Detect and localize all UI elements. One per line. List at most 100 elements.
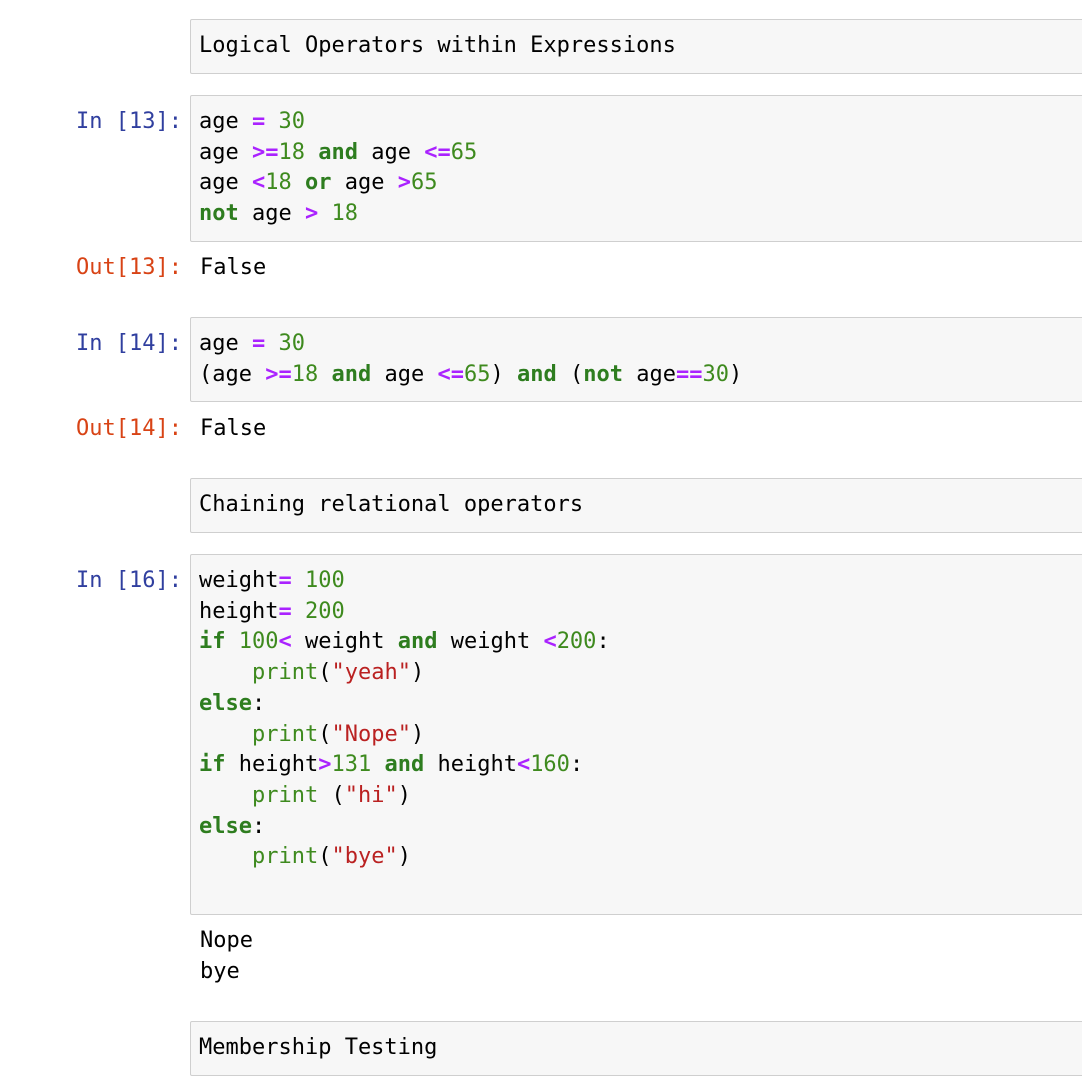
code-number: 100 bbox=[238, 629, 279, 655]
input-prompt: In [13]: bbox=[76, 109, 182, 134]
code-text: age bbox=[238, 201, 305, 227]
code-operator: > bbox=[304, 201, 319, 227]
code-operator: = bbox=[251, 109, 266, 134]
code-keyword: and bbox=[516, 361, 557, 387]
output-prompt: Out[13]: bbox=[76, 255, 182, 280]
code-keyword: not bbox=[199, 201, 239, 227]
code-number: 18 bbox=[331, 201, 358, 227]
code-builtin: print bbox=[251, 844, 319, 870]
code-operator: > bbox=[397, 170, 411, 196]
code-number: 200 bbox=[556, 629, 597, 655]
code-operator: <= bbox=[437, 361, 464, 387]
code-text: weight bbox=[437, 629, 544, 655]
code-string: "hi" bbox=[344, 782, 398, 808]
code-string: "Nope" bbox=[331, 721, 411, 747]
code-text: : bbox=[596, 629, 610, 655]
code-text: age bbox=[622, 361, 676, 387]
code-text: age bbox=[199, 109, 252, 134]
markdown-heading: Chaining relational operators bbox=[199, 492, 584, 517]
code-number: 200 bbox=[304, 598, 345, 624]
code-keyword: and bbox=[318, 139, 358, 165]
code-number: 131 bbox=[331, 752, 372, 778]
code-text: weight bbox=[199, 568, 279, 593]
code-keyword: else bbox=[199, 690, 252, 716]
code-keyword: and bbox=[331, 361, 372, 387]
code-input[interactable]: age = 30 (age >=18 and age <=65) and (no… bbox=[199, 329, 742, 390]
code-text: ( bbox=[318, 782, 345, 808]
cell-output: False bbox=[200, 416, 267, 441]
code-number: 18 bbox=[291, 361, 319, 387]
markdown-heading: Membership Testing bbox=[199, 1035, 438, 1060]
code-number: 65 bbox=[450, 139, 478, 165]
code-text: : bbox=[251, 813, 266, 839]
code-keyword: not bbox=[583, 361, 623, 387]
code-text: : bbox=[569, 752, 584, 778]
code-text: height bbox=[424, 752, 517, 778]
code-number: 160 bbox=[530, 752, 570, 778]
code-input[interactable]: weight= 100 height= 200 if 100< weight a… bbox=[199, 566, 610, 873]
code-number: 30 bbox=[702, 361, 729, 387]
code-text: age bbox=[331, 170, 398, 196]
cell-output: Nope bye bbox=[200, 928, 253, 984]
code-operator: == bbox=[675, 361, 703, 387]
code-operator: = bbox=[278, 598, 292, 624]
code-number: 65 bbox=[463, 361, 491, 387]
code-operator: < bbox=[251, 170, 266, 196]
code-text: : bbox=[251, 690, 266, 716]
code-operator: >= bbox=[265, 361, 292, 387]
markdown-heading: Logical Operators within Expressions bbox=[199, 33, 676, 58]
code-operator: < bbox=[278, 629, 292, 655]
code-builtin: print bbox=[251, 782, 319, 808]
code-text: ) bbox=[397, 844, 411, 870]
code-input[interactable]: age = 30 age >=18 and age <=65 age <18 o… bbox=[199, 107, 477, 230]
code-text: ) bbox=[490, 361, 517, 387]
code-operator: = bbox=[251, 331, 266, 356]
code-text: ) bbox=[410, 721, 425, 747]
code-text: age bbox=[199, 331, 252, 356]
code-keyword: else bbox=[199, 813, 252, 839]
code-operator: < bbox=[543, 629, 557, 655]
code-text: age bbox=[199, 170, 252, 196]
code-number: 65 bbox=[410, 170, 438, 196]
code-keyword: and bbox=[397, 629, 438, 655]
code-number: 30 bbox=[278, 331, 305, 356]
output-prompt: Out[14]: bbox=[76, 416, 182, 441]
code-text: ) bbox=[728, 361, 743, 387]
cell-output: False bbox=[200, 255, 267, 280]
code-text: weight bbox=[291, 629, 398, 655]
code-operator: > bbox=[318, 752, 332, 778]
code-text: age bbox=[199, 139, 252, 165]
code-number: 18 bbox=[278, 139, 305, 165]
code-number: 18 bbox=[265, 170, 292, 196]
code-text: ) bbox=[410, 660, 425, 686]
code-text: ( bbox=[318, 660, 332, 686]
code-text: age bbox=[357, 139, 425, 165]
code-operator: <= bbox=[424, 139, 451, 165]
code-text: ( bbox=[318, 721, 332, 747]
code-keyword: or bbox=[304, 170, 332, 196]
code-string: "yeah" bbox=[331, 660, 411, 686]
input-prompt: In [14]: bbox=[76, 331, 182, 356]
code-number: 100 bbox=[304, 568, 345, 593]
code-text: ) bbox=[397, 782, 411, 808]
code-operator: = bbox=[278, 568, 292, 593]
code-operator: >= bbox=[251, 139, 279, 165]
code-text: (age bbox=[199, 361, 266, 387]
code-keyword: if bbox=[199, 629, 226, 655]
code-text: age bbox=[371, 361, 438, 387]
code-builtin: print bbox=[251, 721, 319, 747]
code-text: ( bbox=[318, 844, 332, 870]
code-keyword: and bbox=[384, 752, 425, 778]
